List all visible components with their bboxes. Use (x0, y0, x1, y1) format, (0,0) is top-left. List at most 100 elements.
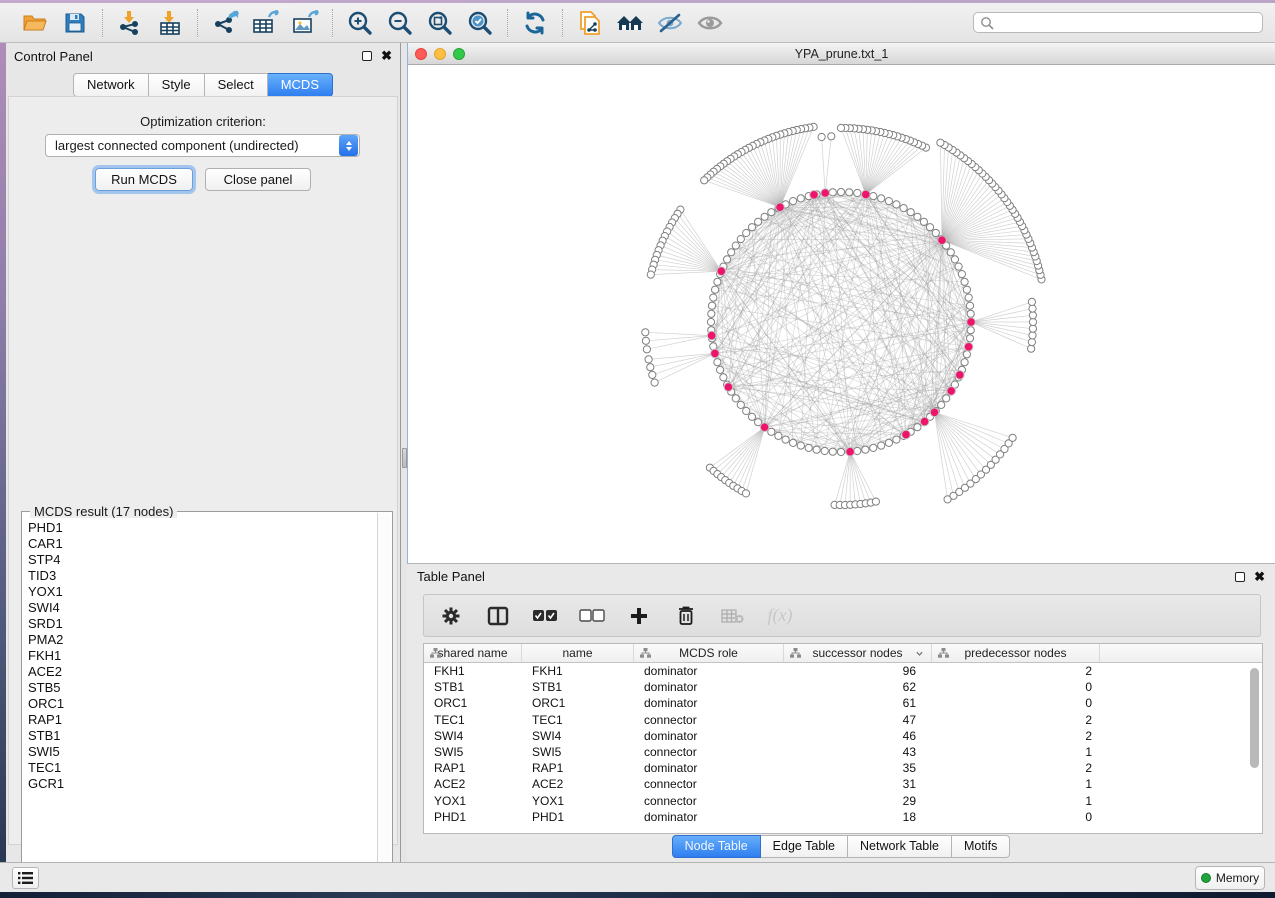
tab-style[interactable]: Style (149, 73, 205, 97)
cell-mcds_role: dominator (634, 810, 784, 824)
column-panel-icon[interactable] (485, 602, 511, 630)
import-table-icon[interactable] (155, 8, 185, 38)
unselect-all-columns-icon[interactable] (579, 602, 605, 630)
tab-network-table[interactable]: Network Table (848, 835, 952, 858)
cell-name: YOX1 (522, 794, 634, 808)
mcds-result-item[interactable]: FKH1 (28, 648, 378, 664)
delete-column-icon[interactable] (673, 602, 699, 630)
network-view-window: YPA_prune.txt_1 (407, 43, 1275, 563)
tab-mcds[interactable]: MCDS (268, 73, 333, 97)
panel-splitter[interactable] (400, 43, 407, 862)
zoom-selected-icon[interactable] (465, 8, 495, 38)
node-table[interactable]: shared name name MCDS role successor nod… (423, 643, 1263, 834)
table-scrollbar[interactable] (1249, 666, 1260, 826)
cell-successor_nodes: 62 (784, 680, 932, 694)
zoom-in-icon[interactable] (345, 8, 375, 38)
export-image-icon[interactable] (290, 8, 320, 38)
mcds-result-item[interactable]: STB5 (28, 680, 378, 696)
mcds-result-item[interactable]: PHD1 (28, 520, 378, 536)
table-row[interactable]: SWI4SWI4dominator462 (424, 728, 1262, 744)
mcds-result-item[interactable]: SRD1 (28, 616, 378, 632)
export-network-icon[interactable] (210, 8, 240, 38)
column-header-predecessor-nodes[interactable]: predecessor nodes (932, 644, 1100, 662)
mcds-result-item[interactable]: SWI5 (28, 744, 378, 760)
mcds-result-item[interactable]: TID3 (28, 568, 378, 584)
zoom-out-icon[interactable] (385, 8, 415, 38)
list-icon (18, 872, 33, 884)
search-box[interactable] (973, 12, 1263, 33)
table-row[interactable]: TEC1TEC1connector472 (424, 712, 1262, 728)
mcds-result-item[interactable]: STB1 (28, 728, 378, 744)
cell-shared_name: FKH1 (424, 664, 522, 678)
criterion-select[interactable]: largest connected component (undirected) (45, 134, 360, 157)
mcds-result-item[interactable]: SWI4 (28, 600, 378, 616)
zoom-fit-icon[interactable] (425, 8, 455, 38)
mcds-result-item[interactable]: PMA2 (28, 632, 378, 648)
tab-select[interactable]: Select (205, 73, 268, 97)
attribute-tree-icon (640, 648, 651, 658)
open-file-icon[interactable] (20, 8, 50, 38)
cell-name: PHD1 (522, 810, 634, 824)
table-row[interactable]: ORC1ORC1dominator610 (424, 695, 1262, 711)
float-panel-icon[interactable] (1235, 572, 1245, 582)
cell-predecessor_nodes: 1 (932, 745, 1100, 759)
table-panel-title: Table Panel (417, 569, 485, 584)
memory-button[interactable]: Memory (1195, 866, 1265, 890)
function-builder-icon[interactable]: f(x) (767, 602, 793, 630)
close-panel-icon[interactable]: ✖ (1254, 572, 1265, 582)
close-panel-icon[interactable]: ✖ (381, 51, 392, 61)
table-row[interactable]: SWI5SWI5connector431 (424, 744, 1262, 760)
cell-predecessor_nodes: 2 (932, 761, 1100, 775)
table-row[interactable]: ACE2ACE2connector311 (424, 776, 1262, 792)
table-row[interactable]: PHD1PHD1dominator180 (424, 809, 1262, 825)
network-canvas[interactable] (408, 65, 1275, 563)
save-session-icon[interactable] (60, 8, 90, 38)
tab-motifs[interactable]: Motifs (952, 835, 1010, 858)
table-row[interactable]: RAP1RAP1dominator352 (424, 760, 1262, 776)
column-header-shared-name[interactable]: shared name (424, 644, 522, 662)
cell-name: ACE2 (522, 777, 634, 791)
first-neighbors-icon[interactable] (615, 8, 645, 38)
mcds-result-list[interactable]: PHD1CAR1STP4TID3YOX1SWI4SRD1PMA2FKH1ACE2… (23, 518, 378, 882)
mcds-result-item[interactable]: CAR1 (28, 536, 378, 552)
optimization-criterion-label: Optimization criterion: (9, 114, 397, 129)
table-row[interactable]: STB1STB1dominator620 (424, 679, 1262, 695)
add-column-icon[interactable] (626, 602, 652, 630)
hide-details-icon[interactable] (655, 8, 685, 38)
mcds-result-item[interactable]: TEC1 (28, 760, 378, 776)
mcds-result-item[interactable]: YOX1 (28, 584, 378, 600)
table-row[interactable]: FKH1FKH1dominator962 (424, 663, 1262, 679)
export-table-icon[interactable] (250, 8, 280, 38)
column-header-name[interactable]: name (522, 644, 634, 662)
mcds-result-item[interactable]: ORC1 (28, 696, 378, 712)
tab-network[interactable]: Network (73, 73, 149, 97)
search-input[interactable] (994, 16, 1256, 30)
column-header-successor-nodes[interactable]: successor nodes (784, 644, 932, 662)
copy-network-icon[interactable] (575, 8, 605, 38)
memory-status-icon (1201, 873, 1211, 883)
select-all-columns-icon[interactable] (532, 602, 558, 630)
attribute-tree-icon (790, 648, 801, 658)
mcds-result-item[interactable]: STP4 (28, 552, 378, 568)
cell-successor_nodes: 29 (784, 794, 932, 808)
column-header-mcds-role[interactable]: MCDS role (634, 644, 784, 662)
import-network-icon[interactable] (115, 8, 145, 38)
tab-node-table[interactable]: Node Table (672, 835, 761, 858)
mcds-result-item[interactable]: ACE2 (28, 664, 378, 680)
float-panel-icon[interactable] (362, 51, 372, 61)
attribute-tree-icon (430, 648, 441, 658)
close-panel-button[interactable]: Close panel (205, 168, 311, 191)
show-details-icon[interactable] (695, 8, 725, 38)
mcds-result-item[interactable]: RAP1 (28, 712, 378, 728)
table-scrollbar-thumb[interactable] (1250, 668, 1259, 768)
tab-edge-table[interactable]: Edge Table (761, 835, 848, 858)
cell-predecessor_nodes: 2 (932, 664, 1100, 678)
table-options-icon[interactable] (438, 602, 464, 630)
mcds-result-item[interactable]: GCR1 (28, 776, 378, 792)
run-mcds-button[interactable]: Run MCDS (95, 168, 193, 191)
delete-table-icon[interactable] (720, 602, 746, 630)
mcds-result-scrollbar[interactable] (377, 513, 391, 882)
task-history-button[interactable] (12, 867, 39, 889)
table-row[interactable]: YOX1YOX1connector291 (424, 793, 1262, 809)
refresh-layout-icon[interactable] (520, 8, 550, 38)
